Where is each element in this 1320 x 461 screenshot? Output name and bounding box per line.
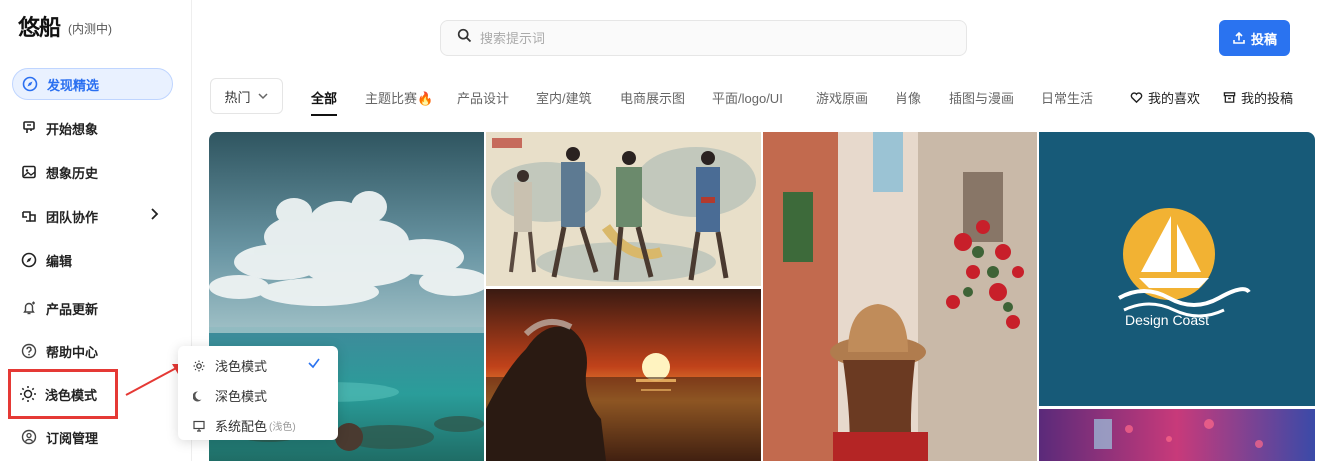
chevron-right-icon [147, 207, 161, 224]
upload-icon [1233, 31, 1245, 44]
tab-product-design[interactable]: 产品设计 [457, 88, 509, 107]
moon-icon [192, 390, 206, 402]
my-likes-link[interactable]: 我的喜欢 [1130, 88, 1200, 107]
tab-ecommerce[interactable]: 电商展示图 [620, 88, 685, 107]
sun-icon [19, 385, 37, 403]
sidebar-item-discover[interactable]: 发现精选 [12, 68, 173, 100]
check-icon [307, 356, 321, 374]
brush-icon [20, 119, 38, 137]
theme-option-note: (浅色) [269, 422, 296, 433]
gallery-grid: Design Coast [209, 132, 1315, 461]
sidebar-item-history[interactable]: 想象历史 [12, 156, 173, 188]
sidebar-item-label: 想象历史 [46, 165, 99, 181]
sidebar-item-subscription[interactable]: 订阅管理 [12, 421, 173, 453]
theme-option-label: 系统配色 [215, 419, 268, 434]
theme-option-light[interactable]: 浅色模式 [192, 356, 267, 375]
tab-all[interactable]: 全部 [311, 88, 338, 116]
my-submissions-label: 我的投稿 [1241, 91, 1294, 106]
brand-logo[interactable]: 悠船 (内测中) [18, 10, 112, 42]
user-icon [20, 428, 38, 446]
tab-graphic[interactable]: 平面/logo/UI [712, 88, 783, 107]
search-input[interactable] [480, 30, 940, 46]
sidebar-item-label: 订阅管理 [46, 430, 99, 446]
tab-interior[interactable]: 室内/建筑 [536, 88, 592, 107]
design-coast-text: Design Coast [1125, 312, 1209, 328]
tab-contest[interactable]: 主题比赛🔥 [365, 88, 433, 107]
chevron-down-icon [257, 93, 268, 100]
sidebar-item-label: 浅色模式 [45, 387, 98, 403]
upload-button[interactable]: 投稿 [1219, 20, 1290, 56]
my-submissions-link[interactable]: 我的投稿 [1223, 88, 1293, 107]
sidebar-item-imagine[interactable]: 开始想象 [12, 112, 173, 144]
sort-label: 热门 [224, 89, 251, 105]
tab-illustration[interactable]: 插图与漫画 [949, 88, 1014, 107]
theme-option-system[interactable]: 系统配色 (浅色) [192, 416, 296, 435]
monitor-icon [192, 420, 206, 432]
upload-label: 投稿 [1250, 31, 1277, 47]
sun-icon [192, 360, 206, 372]
logo-wordmark: 悠船 [18, 15, 61, 41]
gallery-image-warriors[interactable] [486, 132, 761, 286]
archive-icon [1223, 92, 1236, 103]
image-icon [20, 163, 38, 181]
sort-dropdown[interactable]: 热门 [210, 78, 283, 114]
bell-icon [20, 299, 38, 317]
compass-icon [21, 75, 39, 93]
team-icon [20, 207, 38, 225]
tab-game-art[interactable]: 游戏原画 [816, 88, 868, 107]
heart-icon [1130, 92, 1143, 104]
sidebar-item-label: 团队协作 [46, 209, 99, 225]
search-bar[interactable] [440, 20, 967, 56]
sidebar-item-label: 开始想象 [46, 121, 99, 137]
sidebar-item-updates[interactable]: 产品更新 [12, 292, 173, 324]
tab-portrait[interactable]: 肖像 [895, 88, 921, 107]
compass-icon [20, 251, 38, 269]
gallery-image-design-coast[interactable]: Design Coast [1039, 132, 1315, 406]
help-icon [20, 342, 38, 360]
search-icon [457, 28, 472, 48]
beta-tag: (内测中) [68, 21, 113, 36]
sidebar-item-label: 编辑 [46, 253, 73, 269]
sidebar-item-team[interactable]: 团队协作 [12, 200, 173, 232]
sidebar-item-theme[interactable]: 浅色模式 [8, 369, 118, 419]
gallery-image-sunset-man[interactable] [486, 289, 761, 461]
theme-option-label: 深色模式 [215, 389, 268, 404]
gallery-image-street-hat[interactable] [763, 132, 1037, 461]
sidebar-item-label: 帮助中心 [46, 344, 99, 360]
theme-option-label: 浅色模式 [215, 359, 268, 374]
gallery-image-abstract[interactable] [1039, 409, 1315, 461]
sidebar-item-label: 发现精选 [47, 77, 100, 93]
my-likes-label: 我的喜欢 [1148, 91, 1201, 106]
sidebar-item-edit[interactable]: 编辑 [12, 244, 173, 276]
sidebar-item-label: 产品更新 [46, 301, 99, 317]
theme-option-dark[interactable]: 深色模式 [192, 386, 267, 405]
tab-daily-life[interactable]: 日常生活 [1041, 88, 1093, 107]
